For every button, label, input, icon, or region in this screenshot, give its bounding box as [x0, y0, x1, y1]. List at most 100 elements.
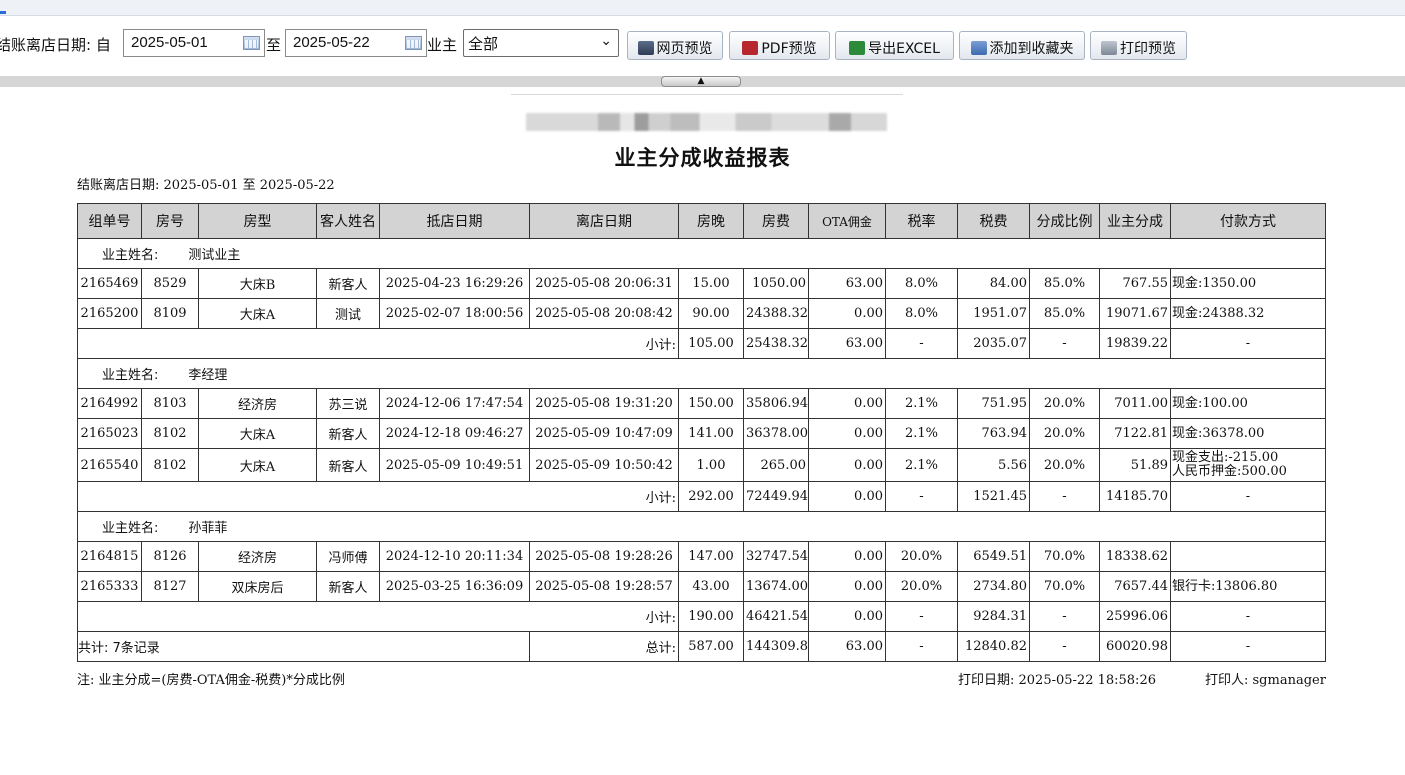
ota-commission: 0.00 [808, 388, 886, 419]
report-title: 业主分成收益报表 [614, 145, 791, 170]
table-row: 2165023 8102 大床A 新客人 2024-12-18 09:46:27… [77, 418, 1326, 449]
subtotal-row: 小计: 190.00 46421.54 0.00 - 9284.31 - 259… [77, 601, 1326, 632]
date-to-field[interactable]: 2025-05-22 [285, 29, 427, 57]
ota-commission: 0.00 [808, 541, 886, 572]
subtotal-ota: 0.00 [808, 601, 886, 632]
total-pay: - [1170, 631, 1326, 662]
order-id: 2164992 [77, 388, 142, 419]
guest-name: 冯师傅 [316, 541, 380, 572]
tax-fee: 5.56 [957, 448, 1030, 482]
owner-share: 18338.62 [1099, 541, 1171, 572]
room-fee: 1050.00 [743, 268, 809, 299]
depart-date: 2025-05-08 20:08:42 [529, 298, 679, 329]
subtotal-fee: 25438.32 [743, 328, 809, 359]
guest-name: 新客人 [316, 448, 380, 482]
date-from-field[interactable]: 2025-05-01 [123, 29, 265, 57]
room-nights: 43.00 [678, 571, 744, 602]
room-type: 经济房 [198, 388, 317, 419]
tax-rate: 8.0% [885, 268, 958, 299]
subtotal-tax: 1521.45 [957, 481, 1030, 512]
owner-select[interactable]: 全部 ⌄ [463, 29, 619, 57]
owner-select-value: 全部 [468, 35, 499, 53]
pdf-preview-label: PDF预览 [761, 41, 817, 57]
printer-icon [1101, 41, 1117, 55]
subtotal-ratio: - [1029, 328, 1100, 359]
room-nights: 141.00 [678, 418, 744, 449]
tax-rate: 20.0% [885, 571, 958, 602]
col-header: 业主分成 [1099, 203, 1171, 239]
subtotal-ratio: - [1029, 481, 1100, 512]
room-fee: 24388.32 [743, 298, 809, 329]
share-ratio: 70.0% [1029, 571, 1100, 602]
subtotal-label: 小计: [77, 601, 679, 632]
room-type: 大床A [198, 418, 317, 449]
total-ota: 63.00 [808, 631, 886, 662]
web-preview-icon [637, 41, 654, 55]
owner-group-row: 业主姓名: 测试业主 [77, 238, 1326, 269]
total-row: 共计: 7条记录 总计: 587.00 144309.80 63.00 - 12… [77, 631, 1326, 662]
room-type: 大床A [198, 298, 317, 329]
subtotal-nights: 105.00 [678, 328, 744, 359]
subtotal-row: 小计: 292.00 72449.94 0.00 - 1521.45 - 141… [77, 481, 1326, 512]
table-row: 2165469 8529 大床B 新客人 2025-04-23 16:29:26… [77, 268, 1326, 299]
col-header: 房型 [198, 203, 317, 239]
owner-share: 7657.44 [1099, 571, 1171, 602]
subtotal-label: 小计: [77, 481, 679, 512]
col-header: 房晚 [678, 203, 744, 239]
add-favorite-button[interactable]: 添加到收藏夹 [959, 31, 1085, 60]
owner-share: 19071.67 [1099, 298, 1171, 329]
col-header: 抵店日期 [379, 203, 530, 239]
panel-splitter[interactable]: ▲ [0, 76, 1405, 87]
collapse-handle[interactable]: ▲ [661, 76, 741, 87]
subtotal-nights: 292.00 [678, 481, 744, 512]
tax-fee: 751.95 [957, 388, 1030, 419]
chevron-down-icon: ⌄ [600, 33, 612, 49]
owner-name: 李经理 [188, 368, 228, 383]
subtotal-tax: 9284.31 [957, 601, 1030, 632]
owner-label: 业主姓名: [102, 248, 159, 263]
payment-line: 现金支出:-215.00 [1172, 450, 1279, 465]
owner-share: 7122.81 [1099, 418, 1171, 449]
subtotal-pay: - [1170, 481, 1326, 512]
col-header: 税率 [885, 203, 958, 239]
arrive-date: 2024-12-10 20:11:34 [379, 541, 530, 572]
calendar-icon[interactable] [243, 36, 260, 50]
room-fee: 36378.00 [743, 418, 809, 449]
pdf-preview-button[interactable]: PDF预览 [729, 31, 830, 60]
depart-date: 2025-05-08 19:28:26 [529, 541, 679, 572]
export-excel-button[interactable]: 导出EXCEL [835, 31, 954, 60]
room-type: 经济房 [198, 541, 317, 572]
col-header: 税费 [957, 203, 1030, 239]
share-ratio: 20.0% [1029, 448, 1100, 482]
guest-name: 苏三说 [316, 388, 380, 419]
ota-commission: 0.00 [808, 298, 886, 329]
calendar-icon[interactable] [405, 36, 422, 50]
ota-commission: 63.00 [808, 268, 886, 299]
total-taxrate: - [885, 631, 958, 662]
col-header: 客人姓名 [316, 203, 380, 239]
room-type: 大床A [198, 448, 317, 482]
divider [511, 94, 903, 95]
payment-line: 现金:100.00 [1172, 395, 1248, 411]
tab-indicator [0, 11, 6, 14]
subtotal-fee: 46421.54 [743, 601, 809, 632]
add-favorite-label: 添加到收藏夹 [989, 41, 1074, 57]
subtotal-pay: - [1170, 601, 1326, 632]
owner-group-row: 业主姓名: 孙菲菲 [77, 511, 1326, 542]
room-no: 8126 [141, 541, 199, 572]
table-header-row: 组单号 房号 房型 客人姓名 抵店日期 离店日期 房晚 房费 OTA佣金 税率 … [77, 203, 1326, 239]
table-row: 2165200 8109 大床A 测试 2025-02-07 18:00:56 … [77, 298, 1326, 329]
payment-method: 现金支出:-215.00 人民币押金:500.00 [1170, 448, 1326, 482]
room-type: 双床房后 [198, 571, 317, 602]
depart-date: 2025-05-08 20:06:31 [529, 268, 679, 299]
print-preview-button[interactable]: 打印预览 [1090, 31, 1187, 60]
web-preview-button[interactable]: 网页预览 [627, 31, 723, 60]
date-to-value: 2025-05-22 [293, 34, 370, 51]
col-header: 离店日期 [529, 203, 679, 239]
share-ratio: 20.0% [1029, 388, 1100, 419]
arrive-date: 2024-12-06 17:47:54 [379, 388, 530, 419]
total-ratio: - [1029, 631, 1100, 662]
room-fee: 32747.54 [743, 541, 809, 572]
printer-name: 打印人: sgmanager [1205, 673, 1326, 688]
total-fee: 144309.80 [743, 631, 809, 662]
